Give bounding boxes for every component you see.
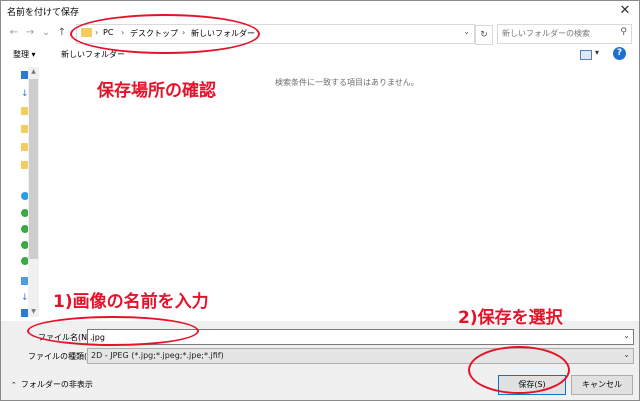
hide-folders-label: フォルダーの非表示 — [20, 380, 93, 389]
refresh-icon[interactable]: ↻ — [475, 25, 493, 45]
annotation-step2: 2)保存を選択 — [458, 308, 563, 328]
filetype-value: 2D - JPEG (*.jpg;*.jpeg;*.jpe;*.jfif) — [91, 351, 224, 360]
annotation-ellipse-save — [468, 346, 570, 394]
chevron-down-icon[interactable]: ▾ — [595, 48, 599, 57]
chevron-down-icon[interactable]: ⌄ — [623, 331, 630, 340]
up-icon[interactable]: ↑ — [55, 26, 69, 40]
chevron-up-icon: ⌃ — [11, 381, 17, 389]
empty-message: 検索条件に一致する項目はありません。 — [275, 78, 419, 87]
search-input[interactable] — [502, 27, 612, 39]
organize-button[interactable]: 整理 ▾ — [13, 49, 36, 60]
nav-scrollbar[interactable]: ▲ ▼ — [28, 67, 39, 317]
chevron-down-icon[interactable]: ⌄ — [623, 350, 630, 359]
chevron-down-icon[interactable]: ⌄ — [39, 26, 53, 40]
search-icon[interactable]: ⚲ — [620, 27, 627, 37]
annotation-step1: 1)画像の名前を入力 — [53, 292, 209, 312]
search-box[interactable]: ⚲ — [497, 24, 632, 44]
view-options-icon[interactable] — [580, 50, 592, 60]
back-icon[interactable]: ← — [7, 26, 21, 40]
cancel-button[interactable]: キャンセル — [571, 375, 633, 395]
scroll-up-icon[interactable]: ▲ — [28, 67, 39, 77]
window-title: 名前を付けて保存 — [7, 8, 80, 18]
scroll-thumb[interactable] — [29, 79, 38, 259]
hide-folders-toggle[interactable]: ⌃ フォルダーの非表示 — [11, 379, 93, 390]
command-bar: 整理 ▾ 新しいフォルダー ▾ ? — [1, 47, 639, 65]
annotation-location: 保存場所の確認 — [97, 81, 216, 101]
forward-icon[interactable]: → — [23, 26, 37, 40]
file-list-pane[interactable]: 検索条件に一致する項目はありません。 — [41, 67, 639, 319]
annotation-ellipse-address — [70, 14, 260, 54]
chevron-down-icon[interactable]: ⌄ — [463, 27, 470, 36]
help-icon[interactable]: ? — [613, 47, 626, 60]
annotation-ellipse-filename — [27, 316, 199, 346]
scroll-down-icon[interactable]: ▼ — [28, 307, 39, 317]
close-icon[interactable]: ✕ — [617, 3, 633, 18]
